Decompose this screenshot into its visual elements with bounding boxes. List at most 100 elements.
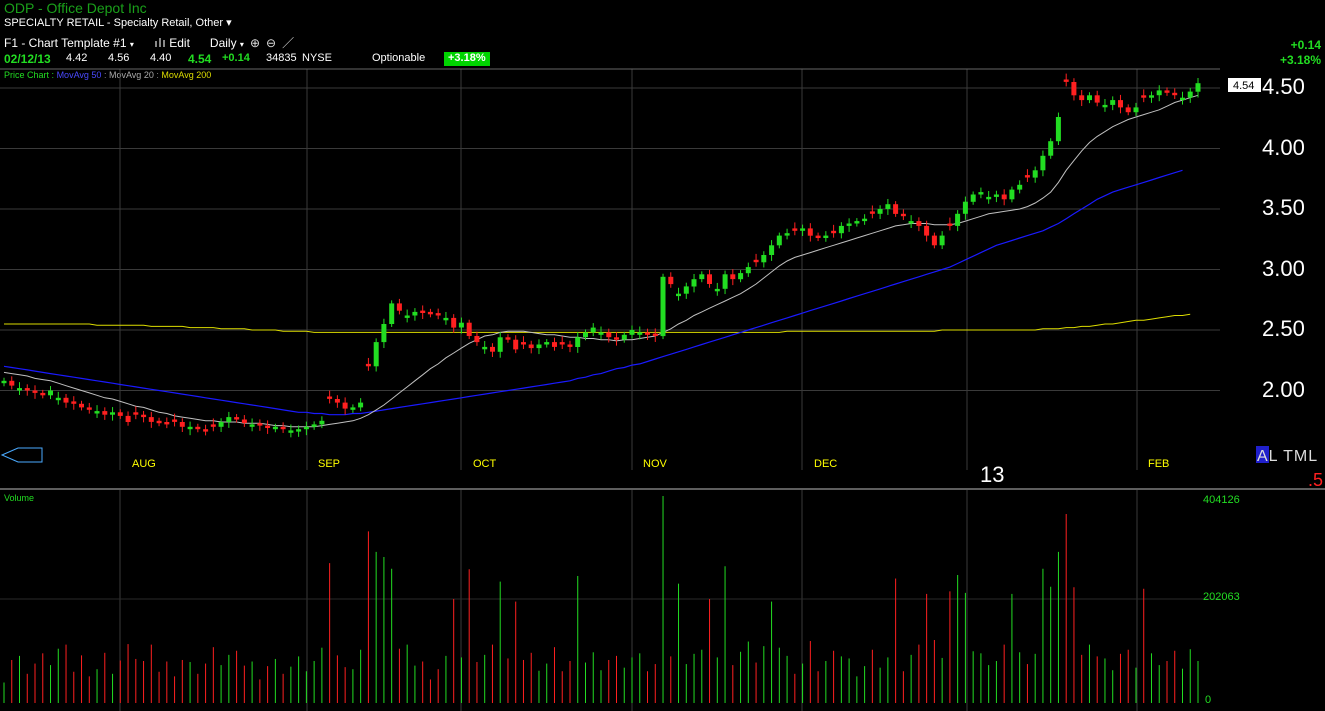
month-label: OCT [473,458,497,470]
candle-body [1071,82,1077,96]
candle-body [1048,141,1054,156]
candle-body [1040,155,1046,171]
candle-body [1125,107,1131,113]
candle-body [334,399,340,403]
candle-body [575,337,581,347]
candle-body [257,423,263,426]
price-chart-label[interactable]: Price Chart [4,70,49,80]
candle-body [505,337,511,340]
change-value: +0.14 [1290,38,1321,52]
draw-line-icon[interactable]: ／ [282,34,294,51]
company-name: - Office Depot Inc [37,0,147,16]
candle-body [427,311,433,315]
candle-body [311,424,317,427]
candle-body [141,414,147,418]
candle-body [179,422,185,427]
price-tick: 3.00 [1262,256,1305,281]
chevron-down-icon: ▾ [129,39,134,49]
candle-body [1118,100,1123,108]
month-label: FEB [1148,458,1169,470]
candle-body [164,422,170,425]
ticker-symbol: ODP [4,0,35,16]
candle-body [908,221,914,224]
price-tick: 2.00 [1262,377,1305,402]
chart-grid [0,69,1220,711]
candle-body [48,390,53,396]
candle-body [691,279,697,287]
ma200-line [4,313,1191,333]
candle-body [598,332,604,335]
ma20-path [3,94,1199,428]
template-label: F1 - Chart Template #1 [4,35,127,50]
candle-body [955,213,961,226]
candle-body [172,419,178,422]
candle-body [722,274,728,289]
candle-body [606,332,612,338]
candle-body [404,315,410,318]
candle-body [79,403,84,408]
candle-body [319,420,325,425]
candle-body [1094,95,1100,103]
candle-body [931,235,937,246]
ma50-label[interactable]: MovAvg 50 [57,70,102,80]
volume-tick: 404126 [1203,494,1240,506]
quote-high: 4.56 [108,52,130,64]
candle-body [412,311,418,316]
ma20-line [3,94,1199,428]
logo-text: AL TML [1257,448,1318,465]
candle-body [94,411,100,414]
zoom-out-icon[interactable]: ⊖ [266,36,276,50]
candle-body [63,397,69,403]
price-axis: 4.50 4.00 3.50 3.00 2.50 2.00 [1262,74,1305,402]
ma200-label[interactable]: MovAvg 200 [161,70,211,80]
candle-body [156,420,162,424]
zoom-in-icon[interactable]: ⊕ [250,36,260,50]
candle-body [350,407,356,410]
volume-tick: 202063 [1203,591,1240,603]
edit-button[interactable]: Edit [154,36,190,50]
candle-body [753,259,759,263]
candle-body [71,401,77,404]
ma20-label[interactable]: MovAvg 20 [109,70,154,80]
candle-body [807,228,813,236]
candle-body [924,225,930,236]
scroll-arrow-icon[interactable] [0,447,43,463]
candle-body [614,337,619,340]
month-label: NOV [643,458,668,470]
template-dropdown[interactable]: F1 - Chart Template #1 ▾ [4,36,134,50]
last-price-box [1228,78,1261,92]
price-volume-chart[interactable]: 4.50 4.00 3.50 3.00 2.50 2.00 4.54 AUG S… [0,0,1325,711]
candle-body [652,333,658,336]
candle-body [265,425,271,428]
candle-body [893,204,899,214]
candle-body [970,194,976,202]
sector-label: SPECIALTY RETAIL - Specialty Retail, Oth… [4,17,224,29]
candle-body [784,233,790,236]
candle-body [203,429,209,432]
candle-body [102,411,108,415]
change-summary: +0.14 +3.18% [1280,38,1321,68]
candle-body [838,225,844,234]
quote-low: 4.40 [150,52,172,64]
candle-body [1,380,7,384]
sector-selector[interactable]: SPECIALTY RETAIL - Specialty Retail, Oth… [4,16,232,29]
symbol-title: ODP - Office Depot Inc [4,0,147,16]
candle-body [869,211,875,214]
candle-body [9,380,15,386]
candle-body [862,218,868,222]
period-label: Daily [209,35,237,50]
candle-body [1017,184,1023,190]
candle-body [1180,97,1185,101]
candlesticks [1,73,1201,438]
candle-body [815,235,821,238]
candle-body [482,346,488,350]
quote-date: 02/12/13 [4,52,51,66]
candle-body [40,392,46,396]
quote-volume: 34835 [266,52,297,64]
candle-body [1087,95,1092,101]
candle-body [342,402,348,409]
candle-body [32,390,38,393]
period-dropdown[interactable]: Daily ▾ [210,36,244,50]
candle-body [900,213,906,217]
candle-body [769,245,775,255]
